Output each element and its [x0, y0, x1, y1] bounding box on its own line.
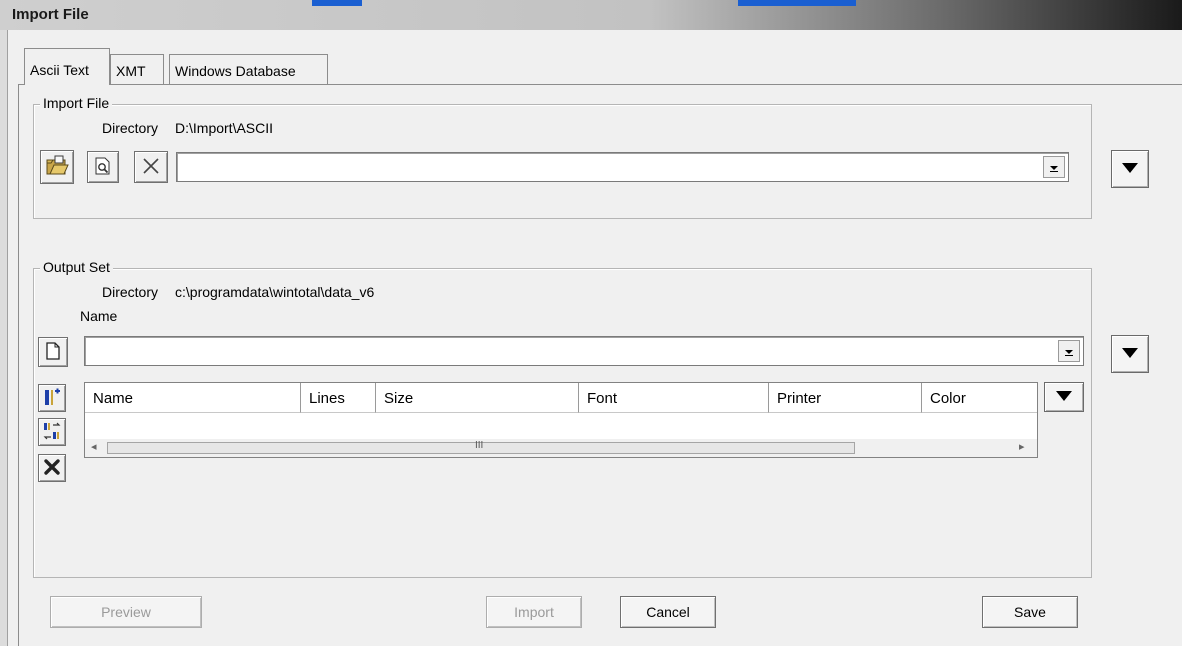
delete-column-button[interactable] — [38, 454, 66, 482]
link-fragment — [738, 0, 856, 6]
import-file-group-label: Import File — [40, 95, 113, 111]
column-settings-icon — [42, 421, 62, 444]
tab-xmt[interactable]: XMT — [110, 54, 164, 84]
preview-file-button[interactable] — [87, 151, 119, 183]
output-columns-table[interactable]: Name Lines Size Font Printer Color ◂ III… — [84, 382, 1038, 458]
preview-icon — [93, 156, 113, 179]
tab-ascii-text[interactable]: Ascii Text — [24, 48, 110, 85]
import-file-combo[interactable] — [176, 152, 1069, 182]
column-header-printer[interactable]: Printer — [769, 383, 922, 413]
clear-icon — [141, 156, 161, 179]
open-folder-icon — [45, 155, 69, 180]
window-title: Import File — [12, 6, 89, 23]
import-directory-value: D:\Import\ASCII — [175, 120, 274, 136]
column-header-lines[interactable]: Lines — [301, 383, 376, 413]
save-button[interactable]: Save — [982, 596, 1078, 628]
triangle-down-icon — [1121, 161, 1139, 177]
chevron-down-icon — [1064, 343, 1074, 359]
triangle-down-icon — [1121, 346, 1139, 362]
scroll-grip: III — [475, 440, 484, 451]
column-header-font[interactable]: Font — [579, 383, 769, 413]
output-set-expand-button[interactable] — [1111, 335, 1149, 373]
import-button[interactable]: Import — [486, 596, 582, 628]
cancel-button[interactable]: Cancel — [620, 596, 716, 628]
output-name-combo[interactable] — [84, 336, 1084, 366]
output-directory-value: c:\programdata\wintotal\data_v6 — [175, 284, 375, 300]
output-directory-label: Directory — [102, 284, 159, 300]
import-file-expand-button[interactable] — [1111, 150, 1149, 188]
add-column-icon — [42, 387, 62, 410]
chevron-down-icon — [1049, 159, 1059, 175]
column-settings-button[interactable] — [38, 418, 66, 446]
output-name-label: Name — [80, 308, 118, 324]
delete-icon — [43, 458, 61, 479]
column-header-color[interactable]: Color — [922, 383, 1037, 413]
table-horizontal-scrollbar[interactable]: ◂ III ▸ — [85, 439, 1037, 457]
import-directory-label: Directory — [102, 120, 159, 136]
scroll-thumb[interactable]: III — [107, 440, 855, 454]
add-column-button[interactable] — [38, 384, 66, 412]
columns-menu-button[interactable] — [1044, 382, 1084, 412]
output-name-combo-dropdown[interactable] — [1058, 340, 1080, 362]
tab-windows-database[interactable]: Windows Database — [169, 54, 328, 84]
link-fragment — [312, 0, 362, 6]
new-output-button[interactable] — [38, 337, 68, 367]
scroll-left-icon[interactable]: ◂ — [91, 440, 97, 453]
preview-button[interactable]: Preview — [50, 596, 202, 628]
title-bar — [0, 0, 1182, 30]
new-document-icon — [45, 341, 61, 363]
column-header-size[interactable]: Size — [376, 383, 579, 413]
clear-file-button[interactable] — [134, 151, 168, 183]
open-file-button[interactable] — [40, 150, 74, 184]
window-frame-left — [0, 30, 8, 646]
output-set-group-label: Output Set — [40, 259, 113, 275]
triangle-down-icon — [1055, 389, 1073, 405]
import-file-combo-dropdown[interactable] — [1043, 156, 1065, 178]
column-header-name[interactable]: Name — [85, 383, 301, 413]
scroll-right-icon[interactable]: ▸ — [1019, 440, 1025, 453]
